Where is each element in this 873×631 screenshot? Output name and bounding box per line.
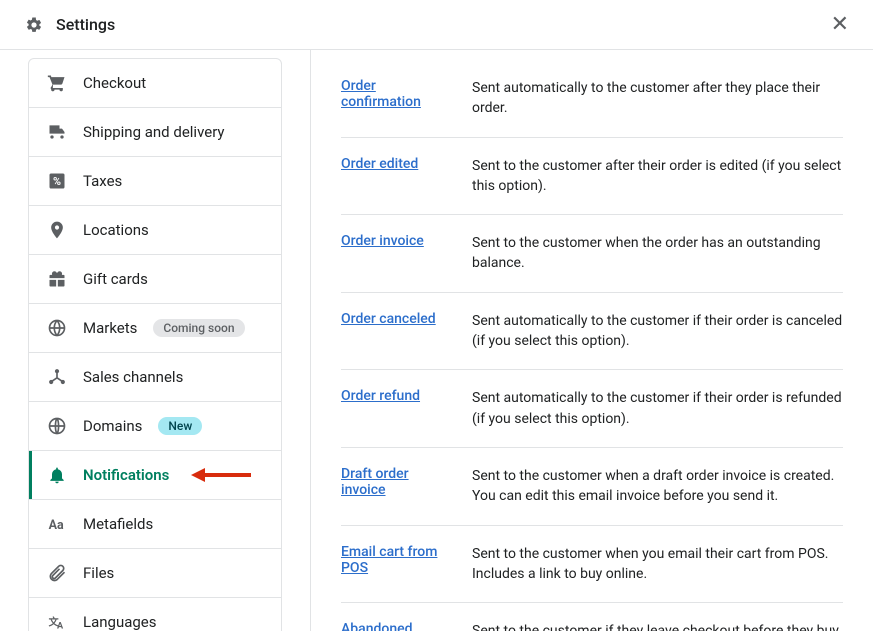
notification-row: Order invoice Sent to the customer when t… bbox=[341, 215, 843, 293]
sidebar-item-metafields[interactable]: Metafields bbox=[29, 500, 281, 549]
notification-description: Sent to the customer after their order i… bbox=[472, 156, 843, 197]
domains-icon bbox=[47, 416, 67, 436]
notification-description: Sent to the customer when you email thei… bbox=[472, 544, 843, 585]
pin-icon bbox=[47, 220, 67, 240]
notification-name-cell: Email cart from POS bbox=[341, 544, 456, 585]
notification-link[interactable]: Order invoice bbox=[341, 233, 424, 249]
content: Checkout Shipping and delivery Taxes Locati… bbox=[0, 50, 873, 631]
page-title: Settings bbox=[56, 15, 115, 34]
notification-description: Sent to the customer if they leave check… bbox=[472, 621, 843, 631]
notification-row: Draft order invoice Sent to the customer … bbox=[341, 448, 843, 526]
sidebar-list: Checkout Shipping and delivery Taxes Locati… bbox=[28, 58, 282, 631]
sidebar-item-notifications[interactable]: Notifications bbox=[29, 451, 281, 500]
notification-row: Order refund Sent automatically to the cu… bbox=[341, 370, 843, 448]
sidebar-item-markets[interactable]: Markets Coming soon bbox=[29, 304, 281, 353]
notification-link[interactable]: Abandoned checkout bbox=[341, 621, 413, 631]
sidebar-item-shipping-and-delivery[interactable]: Shipping and delivery bbox=[29, 108, 281, 157]
sidebar-item-taxes[interactable]: Taxes bbox=[29, 157, 281, 206]
sidebar-item-checkout[interactable]: Checkout bbox=[29, 59, 281, 108]
notification-description: Sent automatically to the customer after… bbox=[472, 78, 843, 119]
notification-description: Sent to the customer when a draft order … bbox=[472, 466, 843, 507]
notification-description: Sent to the customer when the order has … bbox=[472, 233, 843, 274]
close-icon[interactable]: ✕ bbox=[831, 12, 849, 37]
notification-name-cell: Order edited bbox=[341, 156, 456, 197]
gift-icon bbox=[47, 269, 67, 289]
sidebar-item-gift-cards[interactable]: Gift cards bbox=[29, 255, 281, 304]
notification-row: Order confirmation Sent automatically to … bbox=[341, 70, 843, 138]
badge: Coming soon bbox=[153, 319, 244, 337]
notification-link[interactable]: Order edited bbox=[341, 156, 418, 172]
globe-icon bbox=[47, 318, 67, 338]
metafields-icon bbox=[47, 514, 67, 534]
notification-link[interactable]: Order confirmation bbox=[341, 78, 421, 110]
notification-name-cell: Order confirmation bbox=[341, 78, 456, 119]
percent-icon bbox=[47, 171, 67, 191]
notification-name-cell: Abandoned checkout bbox=[341, 621, 456, 631]
sidebar-item-sales-channels[interactable]: Sales channels bbox=[29, 353, 281, 402]
sidebar-item-label: Locations bbox=[83, 221, 149, 239]
notification-link[interactable]: Order refund bbox=[341, 388, 420, 404]
sidebar-item-label: Checkout bbox=[83, 74, 146, 92]
attachment-icon bbox=[47, 563, 67, 583]
badge: New bbox=[158, 417, 202, 435]
notification-link[interactable]: Draft order invoice bbox=[341, 466, 409, 498]
bell-icon bbox=[47, 465, 67, 485]
notification-name-cell: Order canceled bbox=[341, 311, 456, 352]
notification-name-cell: Draft order invoice bbox=[341, 466, 456, 507]
sidebar-item-label: Files bbox=[83, 564, 114, 582]
sidebar-item-files[interactable]: Files bbox=[29, 549, 281, 598]
settings-header: Settings ✕ bbox=[0, 0, 873, 50]
sidebar-item-label: Taxes bbox=[83, 172, 122, 190]
notification-row: Order edited Sent to the customer after t… bbox=[341, 138, 843, 216]
sidebar-item-domains[interactable]: Domains New bbox=[29, 402, 281, 451]
sidebar-item-label: Domains bbox=[83, 417, 142, 435]
gear-icon bbox=[24, 15, 44, 35]
sidebar-item-label: Sales channels bbox=[83, 368, 183, 386]
notification-description: Sent automatically to the customer if th… bbox=[472, 388, 843, 429]
header-left: Settings bbox=[24, 15, 115, 35]
notification-row: Email cart from POS Sent to the customer … bbox=[341, 526, 843, 604]
sidebar-item-label: Shipping and delivery bbox=[83, 123, 225, 141]
sidebar-item-label: Gift cards bbox=[83, 270, 148, 288]
notification-link[interactable]: Order canceled bbox=[341, 311, 436, 327]
notification-row: Order canceled Sent automatically to the … bbox=[341, 293, 843, 371]
sidebar-item-locations[interactable]: Locations bbox=[29, 206, 281, 255]
notification-link[interactable]: Email cart from POS bbox=[341, 544, 437, 576]
settings-sidebar: Checkout Shipping and delivery Taxes Locati… bbox=[0, 50, 310, 631]
notification-name-cell: Order refund bbox=[341, 388, 456, 429]
sidebar-item-label: Languages bbox=[83, 613, 157, 631]
notifications-panel: Order confirmation Sent automatically to … bbox=[310, 50, 873, 631]
notification-description: Sent automatically to the customer if th… bbox=[472, 311, 843, 352]
sidebar-item-label: Metafields bbox=[83, 515, 153, 533]
truck-icon bbox=[47, 122, 67, 142]
cart-icon bbox=[47, 73, 67, 93]
sidebar-item-label: Markets bbox=[83, 319, 137, 337]
sidebar-item-languages[interactable]: Languages bbox=[29, 598, 281, 631]
notification-name-cell: Order invoice bbox=[341, 233, 456, 274]
sidebar-item-label: Notifications bbox=[83, 466, 169, 484]
annotation-arrow-icon bbox=[191, 465, 251, 485]
channels-icon bbox=[47, 367, 67, 387]
languages-icon bbox=[47, 612, 67, 631]
notification-row: Abandoned checkout Sent to the customer i… bbox=[341, 603, 843, 631]
